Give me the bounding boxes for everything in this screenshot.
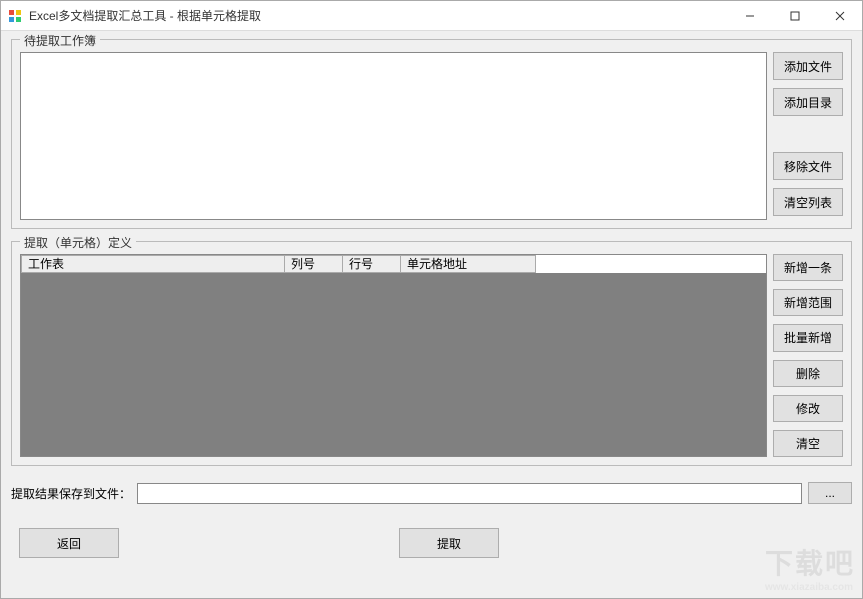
window-title: Excel多文档提取汇总工具 - 根据单元格提取	[29, 7, 727, 24]
batch-add-button[interactable]: 批量新增	[773, 324, 843, 351]
delete-button[interactable]: 删除	[773, 360, 843, 387]
clear-list-button[interactable]: 清空列表	[773, 188, 843, 216]
definition-legend: 提取（单元格）定义	[20, 234, 136, 251]
save-row: 提取结果保存到文件： ...	[11, 478, 852, 506]
add-one-button[interactable]: 新增一条	[773, 254, 843, 281]
definition-group: 提取（单元格）定义 工作表 列号 行号 单元格地址 新增一条 新增范围 批量新增…	[11, 241, 852, 466]
modify-button[interactable]: 修改	[773, 395, 843, 422]
content-area: 待提取工作簿 添加文件 添加目录 移除文件 清空列表 提取（单元格）定义 工作表…	[1, 31, 862, 598]
save-label: 提取结果保存到文件：	[11, 485, 131, 502]
window-controls	[727, 1, 862, 30]
workbooks-legend: 待提取工作簿	[20, 32, 100, 49]
clear-button[interactable]: 清空	[773, 430, 843, 457]
workbooks-button-column: 添加文件 添加目录 移除文件 清空列表	[773, 52, 843, 216]
definition-grid[interactable]: 工作表 列号 行号 单元格地址	[20, 254, 767, 457]
definition-button-column: 新增一条 新增范围 批量新增 删除 修改 清空	[773, 254, 843, 457]
app-icon	[7, 8, 23, 24]
app-window: Excel多文档提取汇总工具 - 根据单元格提取 待提取工作簿 添加文件 添加目…	[0, 0, 863, 599]
add-file-button[interactable]: 添加文件	[773, 52, 843, 80]
remove-file-button[interactable]: 移除文件	[773, 152, 843, 180]
titlebar: Excel多文档提取汇总工具 - 根据单元格提取	[1, 1, 862, 31]
grid-header-row: 工作表 列号 行号 单元格地址	[21, 255, 766, 273]
col-header-column[interactable]: 列号	[285, 255, 343, 273]
maximize-button[interactable]	[772, 1, 817, 30]
browse-button[interactable]: ...	[808, 482, 852, 504]
workbooks-group: 待提取工作簿 添加文件 添加目录 移除文件 清空列表	[11, 39, 852, 229]
add-range-button[interactable]: 新增范围	[773, 289, 843, 316]
extract-button[interactable]: 提取	[399, 528, 499, 558]
col-header-cell-address[interactable]: 单元格地址	[401, 255, 536, 273]
back-button[interactable]: 返回	[19, 528, 119, 558]
add-directory-button[interactable]: 添加目录	[773, 88, 843, 116]
bottom-button-row: 返回 提取	[11, 518, 852, 562]
col-header-row[interactable]: 行号	[343, 255, 401, 273]
minimize-button[interactable]	[727, 1, 772, 30]
workbooks-listbox[interactable]	[20, 52, 767, 220]
save-path-input[interactable]	[137, 483, 802, 504]
col-header-sheet[interactable]: 工作表	[21, 255, 285, 273]
close-button[interactable]	[817, 1, 862, 30]
